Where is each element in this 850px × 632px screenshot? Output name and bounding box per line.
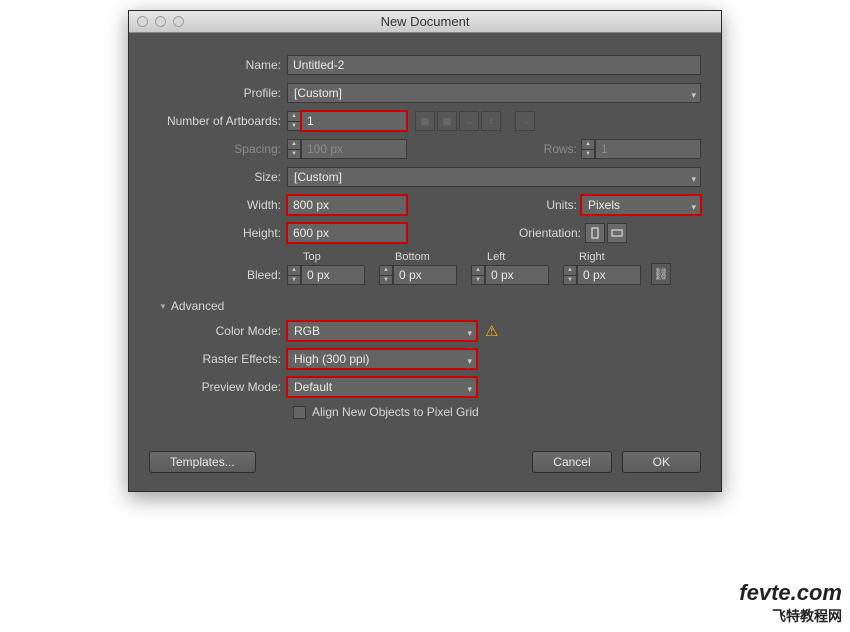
width-label: Width:: [149, 198, 287, 212]
bleed-bottom-stepper[interactable]: ▲▼: [379, 265, 393, 285]
width-input[interactable]: 800 px: [287, 195, 407, 215]
bleed-right-stepper[interactable]: ▲▼: [563, 265, 577, 285]
zoom-icon[interactable]: [173, 16, 184, 27]
watermark: fevte.com 飞特教程网: [739, 580, 842, 626]
size-label: Size:: [149, 170, 287, 184]
rows-label: Rows:: [544, 142, 581, 156]
arrange-row-icon[interactable]: ↔: [459, 111, 479, 131]
height-label: Height:: [149, 226, 287, 240]
raster-dropdown[interactable]: High (300 ppi): [287, 349, 477, 369]
ok-button[interactable]: OK: [622, 451, 701, 473]
link-bleed-button[interactable]: ⛓: [651, 263, 671, 285]
grid-by-row-icon[interactable]: ▦: [415, 111, 435, 131]
bleed-right-input[interactable]: 0 px: [577, 265, 641, 285]
new-document-dialog: New Document Name: Untitled-2 Profile: […: [128, 10, 722, 492]
bleed-label: Bleed:: [149, 268, 287, 285]
size-dropdown[interactable]: [Custom]: [287, 167, 701, 187]
dialog-title: New Document: [381, 14, 470, 29]
bleed-left-label: Left: [471, 251, 549, 263]
bleed-top-input[interactable]: 0 px: [301, 265, 365, 285]
bleed-bottom-input[interactable]: 0 px: [393, 265, 457, 285]
orientation-label: Orientation:: [519, 226, 585, 240]
align-grid-checkbox[interactable]: [293, 406, 306, 419]
rows-stepper: ▲▼: [581, 139, 595, 159]
templates-button[interactable]: Templates...: [149, 451, 256, 473]
titlebar: New Document: [129, 11, 721, 33]
minimize-icon[interactable]: [155, 16, 166, 27]
spacing-input: 100 px: [301, 139, 407, 159]
spacing-label: Spacing:: [149, 142, 287, 156]
align-grid-label: Align New Objects to Pixel Grid: [312, 405, 479, 419]
artboards-label: Number of Artboards:: [149, 114, 287, 128]
grid-by-col-icon[interactable]: ▦: [437, 111, 457, 131]
bleed-top-label: Top: [287, 251, 365, 263]
direction-icon[interactable]: →: [515, 111, 535, 131]
units-dropdown[interactable]: Pixels: [581, 195, 701, 215]
bleed-top-stepper[interactable]: ▲▼: [287, 265, 301, 285]
colormode-label: Color Mode:: [149, 324, 287, 338]
artboards-input[interactable]: 1: [301, 111, 407, 131]
artboards-stepper[interactable]: ▲▼: [287, 111, 301, 131]
units-label: Units:: [546, 198, 581, 212]
window-controls[interactable]: [137, 16, 184, 27]
rows-input: 1: [595, 139, 701, 159]
height-input[interactable]: 600 px: [287, 223, 407, 243]
spacing-stepper: ▲▼: [287, 139, 301, 159]
profile-label: Profile:: [149, 86, 287, 100]
bleed-bottom-label: Bottom: [379, 251, 457, 263]
preview-label: Preview Mode:: [149, 380, 287, 394]
name-label: Name:: [149, 58, 287, 72]
arrange-col-icon[interactable]: ↕: [481, 111, 501, 131]
cancel-button[interactable]: Cancel: [532, 451, 611, 473]
orientation-landscape-button[interactable]: [607, 223, 627, 243]
close-icon[interactable]: [137, 16, 148, 27]
bleed-left-stepper[interactable]: ▲▼: [471, 265, 485, 285]
orientation-portrait-button[interactable]: [585, 223, 605, 243]
bleed-right-label: Right: [563, 251, 641, 263]
artboard-arrangement-icons: ▦ ▦ ↔ ↕: [415, 111, 501, 131]
name-input[interactable]: Untitled-2: [287, 55, 701, 75]
warning-icon: ⚠: [485, 322, 498, 340]
raster-label: Raster Effects:: [149, 352, 287, 366]
bleed-left-input[interactable]: 0 px: [485, 265, 549, 285]
advanced-section-toggle[interactable]: Advanced: [159, 299, 701, 313]
profile-dropdown[interactable]: [Custom]: [287, 83, 701, 103]
preview-dropdown[interactable]: Default: [287, 377, 477, 397]
colormode-dropdown[interactable]: RGB: [287, 321, 477, 341]
